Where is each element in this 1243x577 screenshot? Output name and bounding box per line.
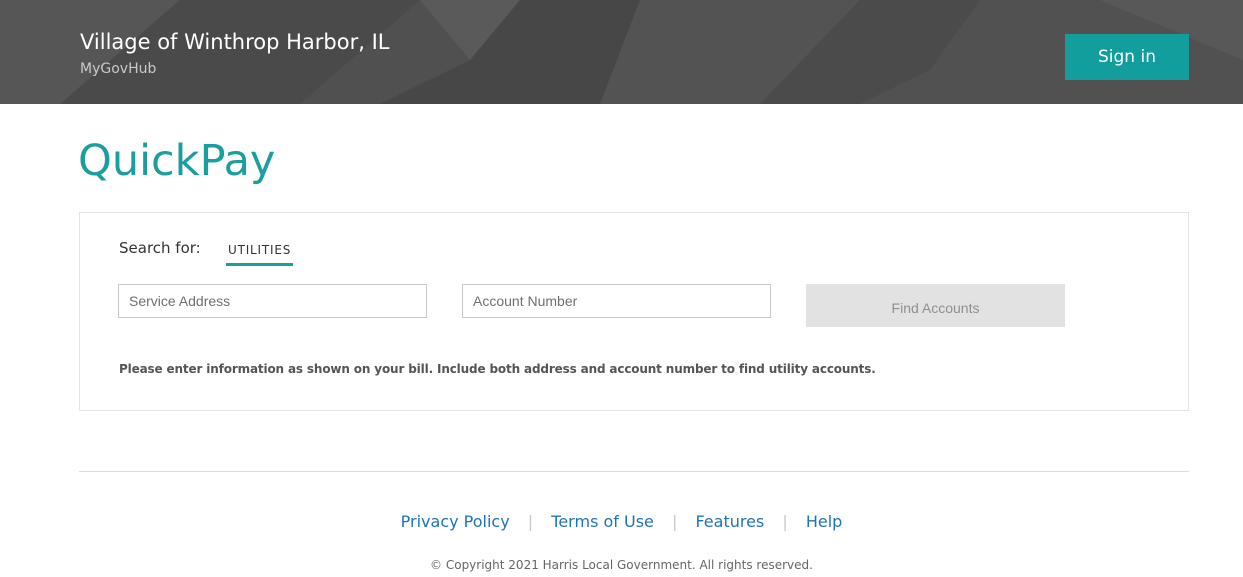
page-title: QuickPay — [78, 136, 276, 186]
footer-separator: | — [671, 512, 678, 531]
footer-divider — [79, 471, 1189, 472]
features-link[interactable]: Features — [695, 512, 764, 531]
site-header: Village of Winthrop Harbor, IL MyGovHub … — [0, 0, 1243, 104]
footer-separator: | — [782, 512, 788, 531]
tab-utilities[interactable]: UTILITIES — [226, 239, 294, 266]
sign-in-button[interactable]: Sign in — [1065, 34, 1189, 80]
site-subtitle: MyGovHub — [80, 61, 157, 77]
terms-of-use-link[interactable]: Terms of Use — [551, 512, 654, 531]
help-link[interactable]: Help — [806, 512, 842, 531]
search-help-text: Please enter information as shown on you… — [119, 362, 876, 376]
search-for-label: Search for: — [119, 239, 201, 257]
account-number-input[interactable] — [462, 284, 771, 318]
site-title: Village of Winthrop Harbor, IL — [80, 30, 390, 54]
find-accounts-button[interactable]: Find Accounts — [806, 284, 1065, 327]
footer-separator: | — [527, 512, 534, 531]
footer-links: Privacy Policy | Terms of Use | Features… — [0, 512, 1243, 531]
service-address-input[interactable] — [118, 284, 427, 318]
privacy-policy-link[interactable]: Privacy Policy — [401, 512, 510, 531]
search-card: Search for: UTILITIES Find Accounts Plea… — [79, 212, 1189, 411]
copyright-text: © Copyright 2021 Harris Local Government… — [430, 558, 813, 572]
